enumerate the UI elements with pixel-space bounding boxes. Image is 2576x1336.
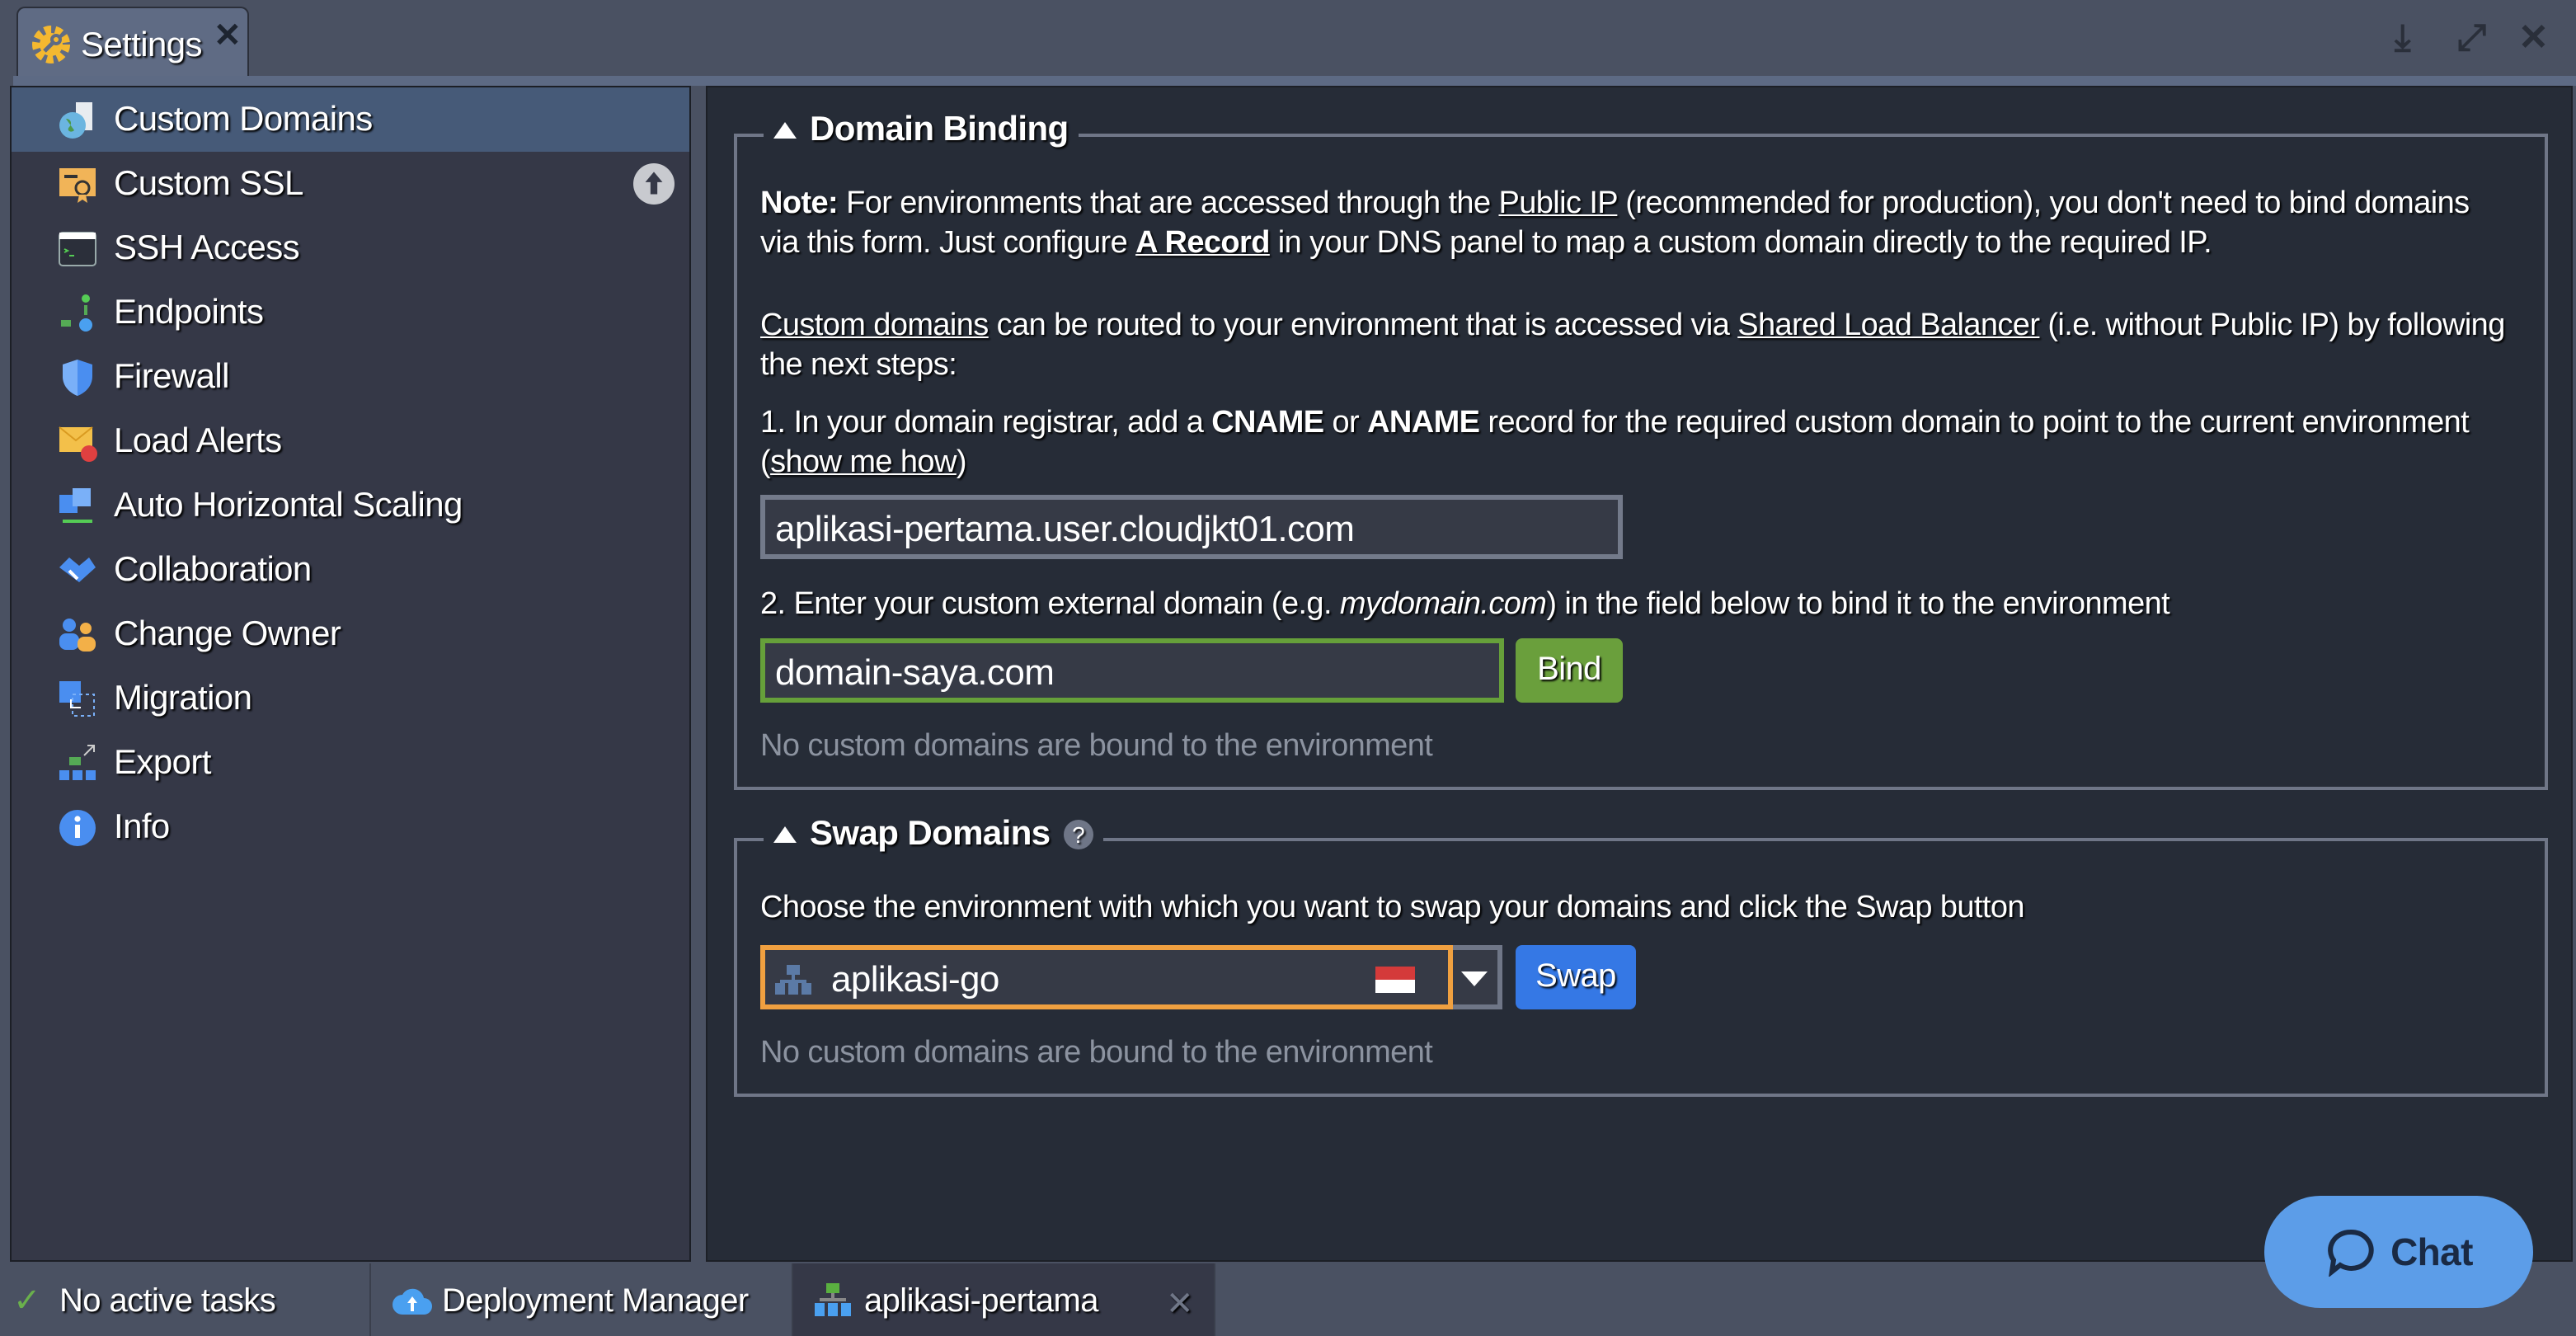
certificate-icon: [59, 168, 96, 203]
environment-icon: [775, 965, 811, 995]
tab-close-icon[interactable]: ✕: [214, 15, 242, 56]
show-me-how-link[interactable]: show me how: [770, 445, 957, 480]
download-icon[interactable]: ⤓: [2395, 16, 2411, 59]
help-icon[interactable]: ?: [1063, 820, 1093, 849]
deployment-manager-button[interactable]: Deployment Manager: [371, 1263, 793, 1336]
environment-icon: [815, 1283, 851, 1316]
sidebar-item-endpoints[interactable]: Endpoints: [12, 280, 689, 345]
step-1-text: 1. In your domain registrar, add a CNAME…: [760, 406, 2470, 480]
sidebar-item-auto-horizontal-scaling[interactable]: Auto Horizontal Scaling: [12, 473, 689, 538]
sidebar-item-change-owner[interactable]: Change Owner: [12, 602, 689, 666]
swap-button[interactable]: Swap: [1516, 945, 1636, 1009]
globe-domain-icon: [59, 102, 92, 139]
settings-tab[interactable]: Settings ✕: [16, 7, 249, 79]
sidebar-item-collaboration[interactable]: Collaboration: [12, 538, 689, 602]
a-record-link[interactable]: A Record: [1135, 226, 1270, 261]
sidebar-item-firewall[interactable]: Firewall: [12, 345, 689, 409]
sidebar-item-export[interactable]: Export: [12, 731, 689, 795]
swap-description: Choose the environment with which you wa…: [760, 891, 2025, 925]
tasks-status[interactable]: ✓ No active tasks: [0, 1263, 371, 1336]
sidebar-item-migration[interactable]: Migration: [12, 666, 689, 731]
cloud-upload-icon: [393, 1288, 432, 1315]
terminal-icon: [59, 232, 96, 266]
swap-domains-toggle[interactable]: Swap Domains?: [764, 815, 1103, 854]
note-text: Note: For environments that are accessed…: [760, 186, 2470, 261]
shield-icon: [63, 360, 92, 396]
migration-icon: [59, 681, 95, 717]
sidebar-item-ssh-access[interactable]: SSH Access: [12, 216, 689, 280]
bind-button[interactable]: Bind: [1516, 638, 1623, 703]
endpoints-icon: [61, 294, 92, 332]
gear-icon: [32, 26, 70, 64]
environment-tab[interactable]: aplikasi-pertama ✕: [793, 1263, 1215, 1336]
collapse-icon: [773, 122, 797, 139]
users-icon: [59, 619, 96, 652]
section-title: Domain Binding: [810, 111, 1069, 148]
custom-domains-link[interactable]: Custom domains: [760, 308, 989, 343]
handshake-icon: [59, 557, 96, 582]
environment-domain-field[interactable]: aplikasi-pertama.user.cloudjkt01.com: [760, 495, 1623, 559]
dropdown-toggle[interactable]: [1453, 945, 1502, 1009]
shared-load-balancer-link[interactable]: Shared Load Balancer: [1737, 308, 2040, 343]
environment-select[interactable]: aplikasi-go: [760, 945, 1453, 1009]
swap-empty-text: No custom domains are bound to the envir…: [760, 1036, 1433, 1070]
collapse-icon: [773, 826, 797, 843]
chat-button[interactable]: Chat: [2264, 1196, 2533, 1308]
main-panel: Domain Binding Note: For environments th…: [706, 86, 2573, 1262]
chevron-down-icon: [1461, 971, 1488, 986]
step-2-text: 2. Enter your custom external domain (e.…: [760, 587, 2170, 622]
chat-bubble-icon: [2327, 1229, 2373, 1277]
binding-empty-text: No custom domains are bound to the envir…: [760, 729, 1433, 764]
tab-title: Settings: [81, 26, 203, 64]
tab-strip: [13, 76, 2576, 86]
sidebar-item-info[interactable]: Info: [12, 795, 689, 859]
domain-binding-toggle[interactable]: Domain Binding: [764, 111, 1079, 150]
close-icon[interactable]: ✕: [2518, 16, 2549, 59]
public-ip-link[interactable]: Public IP: [1498, 186, 1617, 221]
taskbar: ✓ No active tasks Deployment Manager apli…: [0, 1263, 2576, 1336]
close-env-tab-icon[interactable]: ✕: [1166, 1283, 1194, 1324]
custom-domain-input[interactable]: domain-saya.com: [760, 638, 1504, 703]
sidebar-item-custom-ssl[interactable]: Custom SSL: [12, 152, 689, 216]
alert-mail-icon: [59, 426, 97, 462]
swap-domains-section: Swap Domains? Choose the environment wit…: [734, 815, 2548, 1097]
scaling-icon: [59, 488, 92, 523]
info-icon: [59, 810, 96, 846]
export-icon: [59, 745, 96, 780]
check-icon: ✓: [13, 1283, 41, 1320]
upload-icon[interactable]: [633, 163, 675, 205]
expand-icon[interactable]: ⤢: [2457, 16, 2486, 59]
sidebar: Custom Domains Custom SSL SSH Access End…: [10, 86, 691, 1262]
sidebar-item-load-alerts[interactable]: Load Alerts: [12, 409, 689, 473]
route-text: Custom domains can be routed to your env…: [760, 308, 2505, 383]
domain-binding-section: Domain Binding Note: For environments th…: [734, 111, 2548, 790]
section-title: Swap Domains: [810, 815, 1051, 853]
indonesia-flag-icon: [1375, 967, 1415, 993]
sidebar-item-custom-domains[interactable]: Custom Domains: [12, 87, 689, 152]
